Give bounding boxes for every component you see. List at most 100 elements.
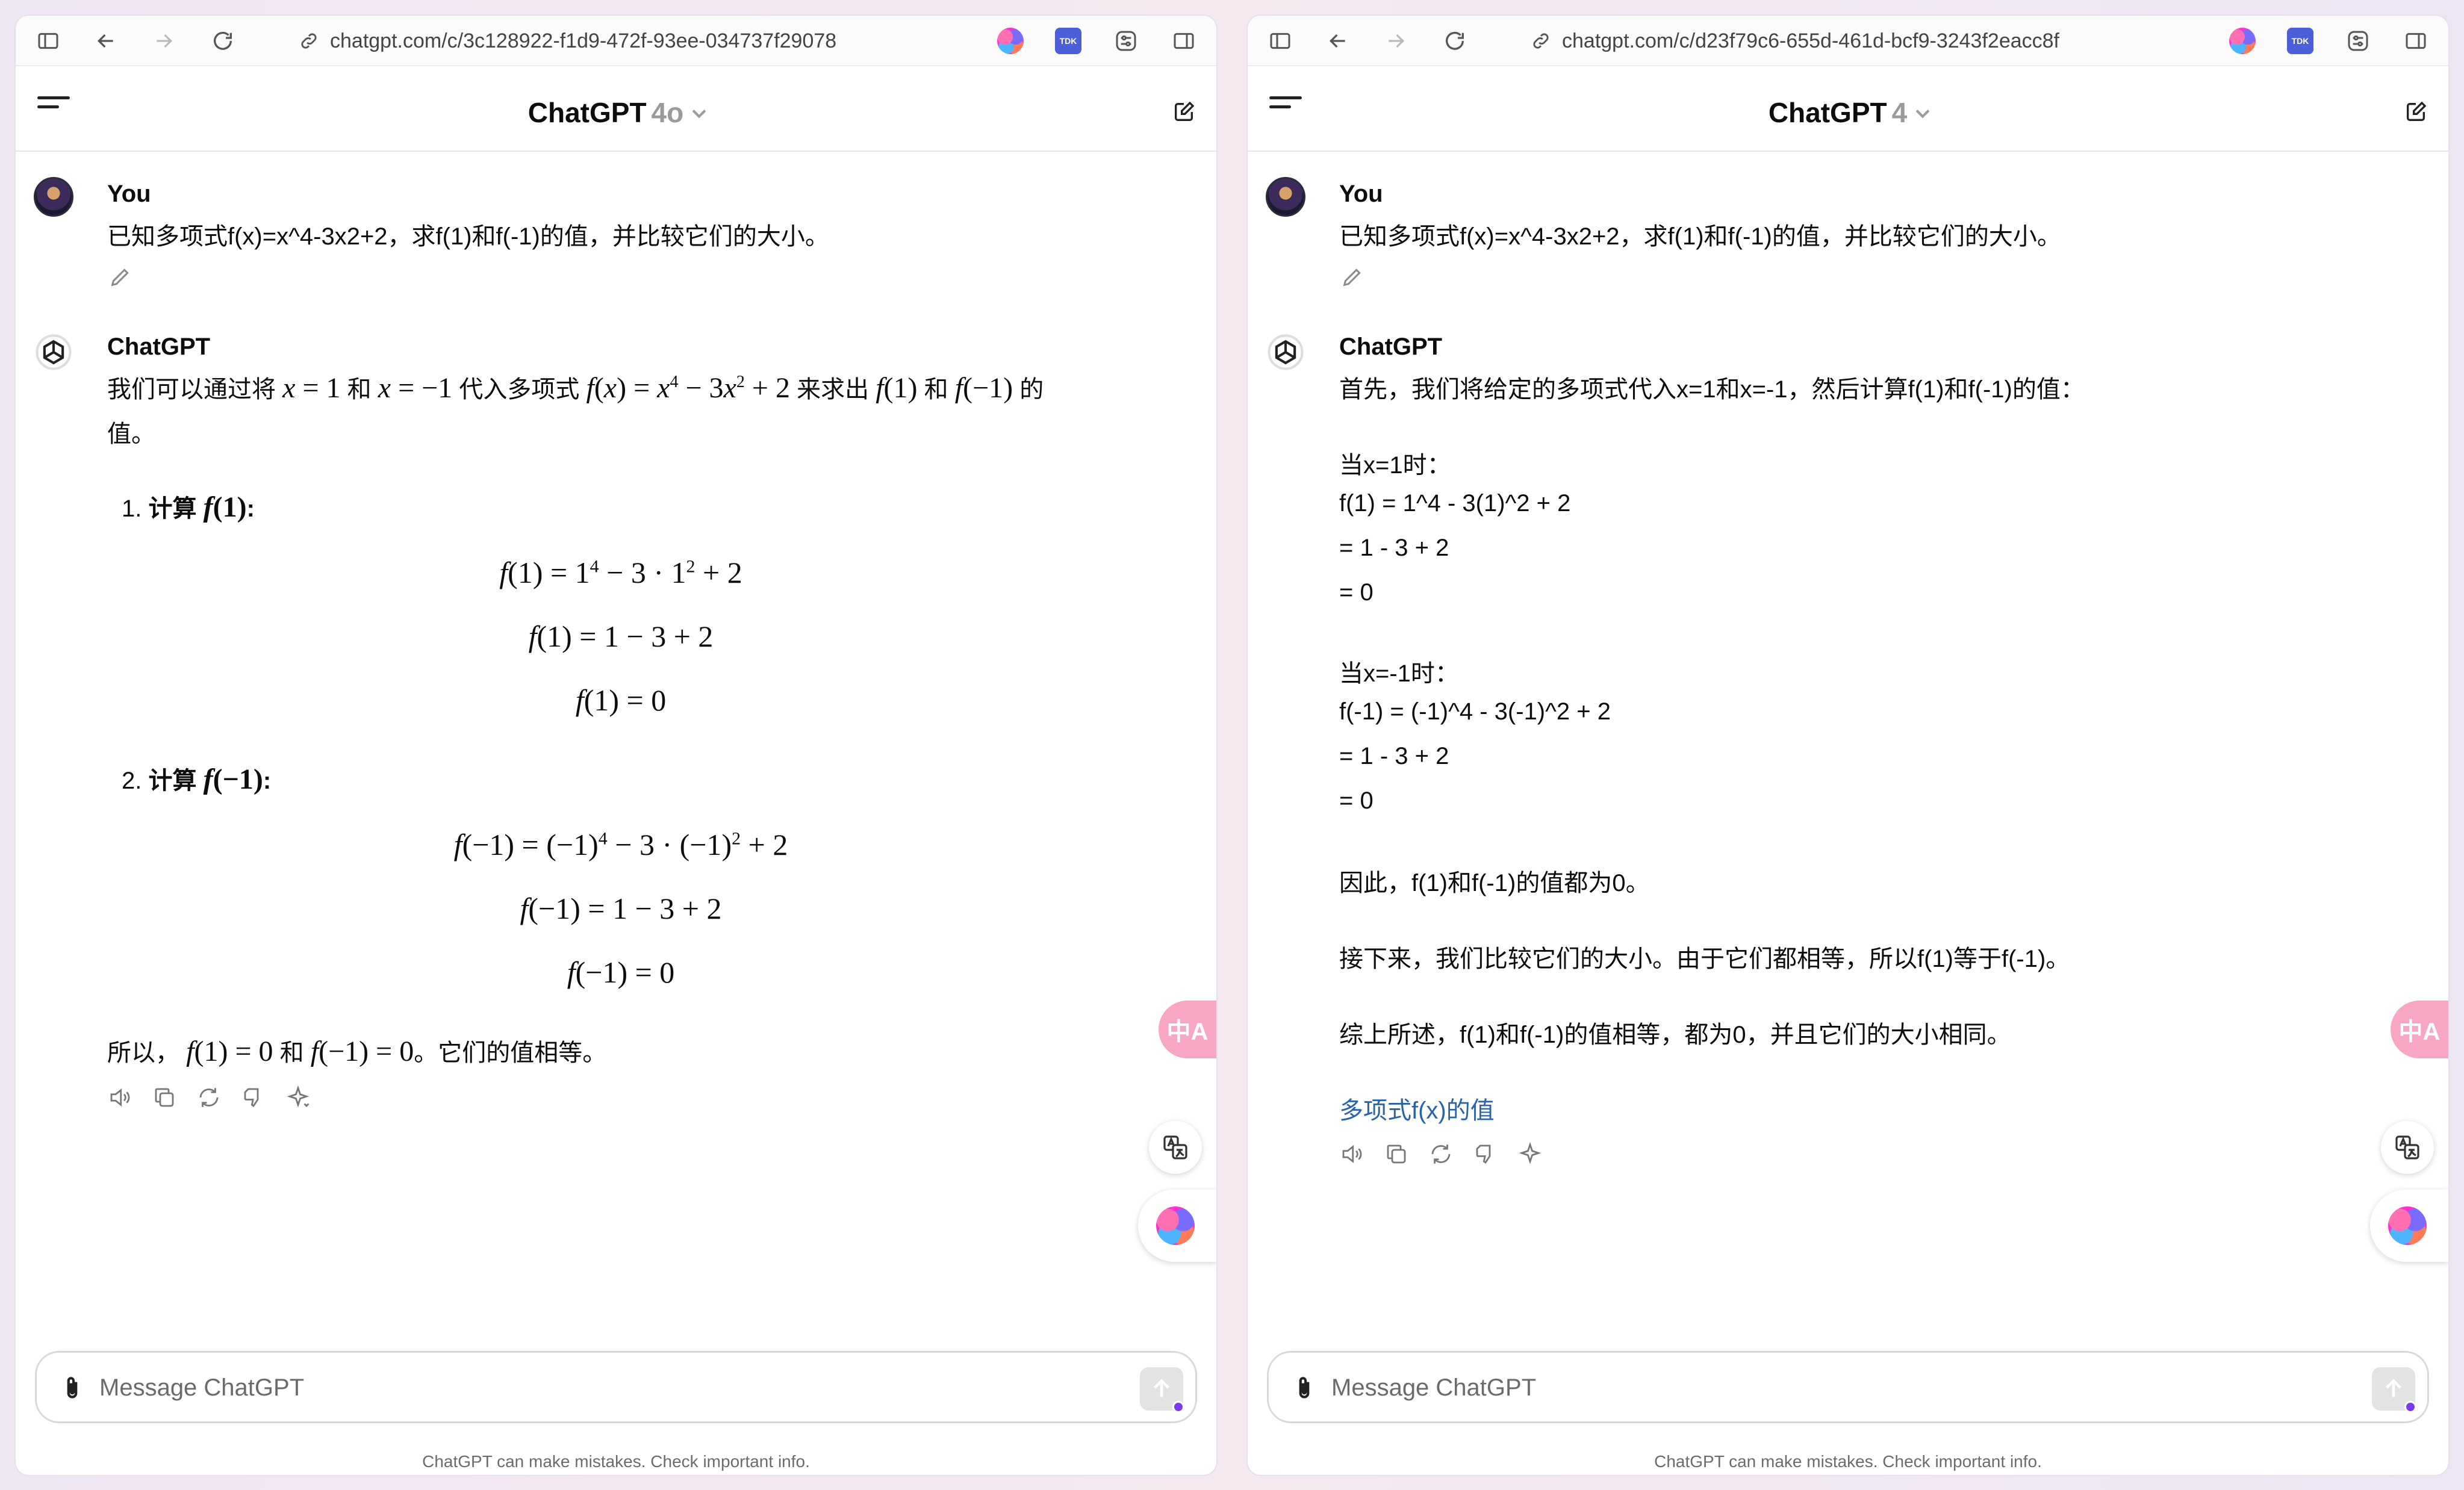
edit-pencil-icon[interactable] bbox=[108, 265, 132, 289]
url-text: chatgpt.com/c/d23f79c6-655d-461d-bcf9-32… bbox=[1562, 29, 2059, 52]
sidebar-toggle-icon[interactable] bbox=[1266, 26, 1295, 55]
sidebar-toggle-icon[interactable] bbox=[34, 26, 63, 55]
message-input[interactable] bbox=[99, 1370, 1003, 1406]
thumbs-down-icon[interactable] bbox=[241, 1085, 266, 1110]
model-selector[interactable]: ChatGPT 4 bbox=[1248, 96, 2448, 129]
response-line: 综上所述，f(1)和f(-1)的值相等，都为0，并且它们的大小相同。 bbox=[1339, 1022, 2011, 1048]
address-bar[interactable]: chatgpt.com/c/3c128922-f1d9-472f-93ee-03… bbox=[299, 26, 836, 55]
right-browser-window: chatgpt.com/c/d23f79c6-655d-461d-bcf9-32… bbox=[1248, 16, 2448, 1475]
sparkle-model-switch-icon[interactable] bbox=[1517, 1141, 1543, 1167]
forward-arrow-icon[interactable] bbox=[149, 26, 178, 55]
conclusion-and: 和 bbox=[279, 1040, 304, 1066]
thumbs-down-icon[interactable] bbox=[1473, 1141, 1498, 1167]
chat-header: ChatGPT 4 bbox=[1248, 66, 2448, 152]
equation-fm1-line1: f(−1) = (−1)4 − 3 · (−1)2 + 2 bbox=[453, 828, 788, 861]
assistant-name: ChatGPT bbox=[107, 334, 211, 360]
conclusion-prefix: 所以， bbox=[107, 1040, 179, 1066]
split-view-icon[interactable] bbox=[2403, 28, 2429, 54]
conclusion-line: 所以， f(1) = 0 和 f(−1) = 0。它们的值相等。 bbox=[107, 1035, 607, 1067]
message-input[interactable] bbox=[1331, 1370, 2235, 1406]
chevron-down-icon bbox=[1915, 104, 1930, 119]
intro-suffix: 的 bbox=[1019, 376, 1044, 403]
send-button[interactable] bbox=[1140, 1367, 1184, 1413]
copy-icon[interactable] bbox=[1384, 1141, 1409, 1167]
chevron-down-icon bbox=[692, 104, 706, 119]
message-composer bbox=[35, 1351, 1197, 1423]
disclaimer-text: ChatGPT can make mistakes. Check importa… bbox=[1654, 1452, 2042, 1471]
reload-icon[interactable] bbox=[1440, 26, 1469, 55]
brain-extension-icon[interactable] bbox=[997, 28, 1024, 54]
chatgpt-logo-icon bbox=[1268, 334, 1304, 370]
sparkle-model-switch-icon[interactable] bbox=[285, 1085, 311, 1110]
left-browser-window: chatgpt.com/c/3c128922-f1d9-472f-93ee-03… bbox=[16, 16, 1216, 1475]
regenerate-icon[interactable] bbox=[196, 1085, 222, 1110]
brain-assistant-float-button[interactable] bbox=[1138, 1190, 1216, 1262]
user-message-text: 已知多项式f(x)=x^4-3x2+2，求f(1)和f(-1)的值，并比较它们的… bbox=[107, 223, 829, 250]
arrow-up-icon bbox=[1153, 1379, 1170, 1397]
user-message-text: 已知多项式f(x)=x^4-3x2+2，求f(1)和f(-1)的值，并比较它们的… bbox=[1339, 223, 2061, 250]
arrow-up-icon bbox=[2385, 1379, 2402, 1397]
translate-float-button[interactable]: 中A bbox=[2391, 1001, 2448, 1058]
send-button[interactable] bbox=[2372, 1367, 2416, 1413]
message-actions bbox=[1339, 1141, 1543, 1167]
intro-line: 我们可以通过将 x = 1 和 x = −1 代入多项式 f(x) = x4 −… bbox=[107, 372, 1044, 404]
chatgpt-logo-icon bbox=[36, 334, 72, 370]
edit-pencil-icon[interactable] bbox=[1340, 265, 1364, 289]
response-line: = 1 - 3 + 2 bbox=[1339, 535, 1449, 561]
new-chat-icon[interactable] bbox=[2404, 100, 2428, 124]
back-arrow-icon[interactable] bbox=[1324, 26, 1352, 55]
tune-extension-icon[interactable] bbox=[2345, 28, 2371, 54]
url-text: chatgpt.com/c/3c128922-f1d9-472f-93ee-03… bbox=[330, 29, 837, 52]
response-line: = 0 bbox=[1339, 579, 1374, 606]
step-1-heading: 1. 计算 f(1): bbox=[122, 491, 255, 523]
address-bar[interactable]: chatgpt.com/c/d23f79c6-655d-461d-bcf9-32… bbox=[1531, 26, 2059, 55]
avatar bbox=[34, 177, 73, 217]
tune-extension-icon[interactable] bbox=[1113, 28, 1139, 54]
new-chat-icon[interactable] bbox=[1172, 100, 1196, 124]
link-icon bbox=[301, 33, 317, 49]
intro-sub: 代入多项式 bbox=[459, 376, 580, 403]
brain-icon bbox=[2388, 1206, 2427, 1245]
forward-arrow-icon[interactable] bbox=[1381, 26, 1410, 55]
equation-f1-line2: f(1) = 1 − 3 + 2 bbox=[528, 619, 714, 653]
response-line: 当x=-1时： bbox=[1339, 660, 1459, 687]
copy-icon[interactable] bbox=[152, 1085, 177, 1110]
read-aloud-icon[interactable] bbox=[1339, 1141, 1364, 1167]
model-version: 4 bbox=[1891, 97, 1908, 128]
step-1-number: 1. bbox=[122, 495, 142, 522]
response-line: 首先，我们将给定的多项式代入x=1和x=-1，然后计算f(1)和f(-1)的值： bbox=[1339, 376, 2085, 403]
intro-solve: 来求出 bbox=[797, 376, 870, 403]
model-name: ChatGPT bbox=[527, 97, 647, 128]
intro-and2: 和 bbox=[924, 376, 948, 403]
read-aloud-icon[interactable] bbox=[107, 1085, 132, 1110]
tdk-extension-icon[interactable]: TDK bbox=[1055, 28, 1081, 54]
message-composer bbox=[1267, 1351, 2429, 1423]
equation-f1-line3: f(1) = 0 bbox=[575, 683, 667, 717]
response-line: = 0 bbox=[1339, 787, 1374, 814]
back-arrow-icon[interactable] bbox=[92, 26, 120, 55]
browser-toolbar: chatgpt.com/c/3c128922-f1d9-472f-93ee-03… bbox=[16, 16, 1216, 66]
translate-float-button[interactable]: 中A bbox=[1159, 1001, 1216, 1058]
equation-fm1-line2: f(−1) = 1 − 3 + 2 bbox=[520, 892, 722, 925]
split-view-icon[interactable] bbox=[1171, 28, 1197, 54]
equation-f1-line1: f(1) = 14 − 3 · 12 + 2 bbox=[499, 556, 742, 589]
related-link[interactable]: 多项式f(x)的值 bbox=[1339, 1091, 1495, 1126]
reload-icon[interactable] bbox=[208, 26, 237, 55]
brain-extension-icon[interactable] bbox=[2229, 28, 2256, 54]
response-line: f(1) = 1^4 - 3(1)^2 + 2 bbox=[1339, 490, 1571, 517]
regenerate-icon[interactable] bbox=[1428, 1141, 1454, 1167]
attach-paperclip-icon[interactable] bbox=[1289, 1372, 1319, 1405]
step-2-number: 2. bbox=[122, 768, 142, 794]
tdk-extension-icon[interactable]: TDK bbox=[2287, 28, 2313, 54]
translate-icon[interactable] bbox=[1149, 1121, 1202, 1174]
attach-paperclip-icon[interactable] bbox=[57, 1372, 87, 1405]
response-line: 因此，f(1)和f(-1)的值都为0。 bbox=[1339, 870, 1650, 896]
brain-icon bbox=[1156, 1206, 1195, 1245]
model-selector[interactable]: ChatGPT 4o bbox=[16, 96, 1216, 129]
status-dot bbox=[2404, 1401, 2416, 1413]
disclaimer-text: ChatGPT can make mistakes. Check importa… bbox=[422, 1452, 810, 1471]
brain-assistant-float-button[interactable] bbox=[2370, 1190, 2448, 1262]
status-dot bbox=[1172, 1401, 1184, 1413]
related-link-text[interactable]: 多项式f(x)的值 bbox=[1339, 1097, 1495, 1124]
translate-icon[interactable] bbox=[2381, 1121, 2434, 1174]
